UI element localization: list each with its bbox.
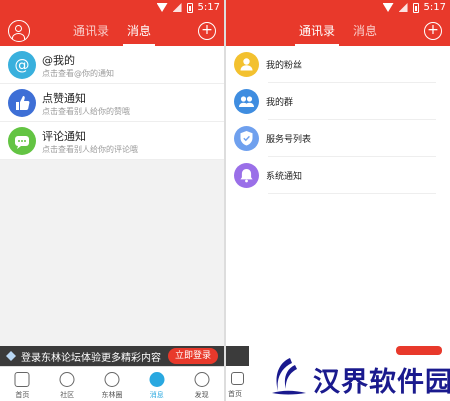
battery-icon	[186, 2, 193, 13]
shield-check-icon	[234, 126, 259, 151]
home-icon	[231, 372, 244, 385]
battery-icon	[412, 2, 419, 13]
nav-circle[interactable]: 东林圈	[90, 367, 135, 401]
message-subtitle: 点击查看别人给你的赞哦	[42, 107, 130, 116]
nav-discover[interactable]: 发现	[179, 367, 224, 401]
comment-icon	[8, 127, 36, 155]
nav-label: 东林圈	[101, 391, 123, 399]
message-subtitle: 点击查看别人给你的评论哦	[42, 145, 138, 154]
contact-item-services[interactable]: 服务号列表	[226, 120, 450, 157]
left-screen: 5:17 通讯录 消息 + @ @我的 点击查看@你的通知 点赞通知 点击查看别…	[0, 0, 224, 401]
avatar-icon[interactable]	[8, 20, 30, 42]
status-time: 5:17	[197, 2, 220, 13]
watermark-text: 汉界软件园	[313, 367, 450, 398]
header: 通讯录 消息 +	[226, 16, 450, 46]
contact-list: 我的粉丝 我的群 服务号列表 系统通知	[226, 46, 450, 194]
message-list: @ @我的 点击查看@你的通知 点赞通知 点击查看别人给你的赞哦 评论通知 点击…	[0, 46, 224, 160]
banner-text: 登录东林论坛体验更多精彩内容	[21, 353, 161, 364]
thumbs-up-icon	[8, 89, 36, 117]
message-item-at[interactable]: @ @我的 点击查看@你的通知	[0, 46, 224, 84]
signal-icon	[172, 3, 182, 12]
group-icon	[234, 89, 259, 114]
login-banner: 登录东林论坛体验更多精彩内容 立即登录	[0, 346, 224, 366]
contact-label: 系统通知	[266, 172, 303, 182]
status-bar: 5:17	[226, 0, 450, 16]
status-bar: 5:17	[0, 0, 224, 16]
status-icons: 5:17	[156, 2, 220, 13]
nav-home[interactable]: 首页	[0, 367, 45, 401]
message-title: 评论通知	[42, 130, 86, 143]
tab-contacts[interactable]: 通讯录	[294, 16, 340, 46]
wifi-icon	[156, 3, 168, 12]
circle-icon	[104, 372, 120, 387]
nav-community[interactable]: 社区	[45, 367, 90, 401]
bell-icon	[234, 163, 259, 188]
nav-label: 首页	[228, 390, 242, 398]
header-tabs: 通讯录 消息	[73, 16, 156, 46]
contact-label: 我的群	[266, 98, 294, 108]
login-button[interactable]: 立即登录	[168, 348, 218, 364]
home-icon	[14, 372, 30, 387]
forum-logo-icon	[6, 351, 16, 361]
nav-messages[interactable]: 消息	[134, 367, 179, 401]
wifi-icon	[382, 3, 394, 12]
partial-banner: 首页	[226, 346, 249, 401]
message-item-comments[interactable]: 评论通知 点击查看别人给你的评论哦	[0, 122, 224, 160]
signal-icon	[398, 3, 408, 12]
message-item-likes[interactable]: 点赞通知 点击查看别人给你的赞哦	[0, 84, 224, 122]
login-button-fragment	[396, 346, 442, 355]
message-title: @我的	[42, 54, 75, 67]
status-time: 5:17	[423, 2, 446, 13]
message-icon	[149, 372, 165, 387]
watermark: 汉界软件园	[249, 346, 450, 401]
add-icon[interactable]: +	[198, 22, 216, 40]
fans-icon	[234, 52, 259, 77]
contact-label: 服务号列表	[266, 135, 312, 145]
tab-contacts[interactable]: 通讯录	[73, 16, 109, 46]
right-screen: 5:17 通讯录 消息 + 我的粉丝 我的群 服务号列表 系统通知	[226, 0, 450, 401]
contact-item-system[interactable]: 系统通知	[226, 157, 450, 194]
header: 通讯录 消息 +	[0, 16, 224, 46]
banner-fragment	[226, 346, 249, 366]
nav-label: 社区	[60, 391, 75, 399]
watermark-logo-icon	[272, 358, 306, 395]
nav-label: 消息	[149, 391, 164, 399]
header-tabs: 通讯录 消息	[294, 16, 377, 46]
nav-label: 发现	[194, 391, 209, 399]
bottom-nav: 首页 社区 东林圈 消息 发现	[0, 366, 224, 401]
message-subtitle: 点击查看@你的通知	[42, 69, 114, 78]
nav-label: 首页	[15, 391, 30, 399]
contact-item-fans[interactable]: 我的粉丝	[226, 46, 450, 83]
tab-messages[interactable]: 消息	[353, 16, 377, 46]
tab-messages[interactable]: 消息	[122, 16, 156, 46]
add-icon[interactable]: +	[424, 22, 442, 40]
at-icon: @	[8, 51, 36, 79]
status-icons: 5:17	[382, 2, 446, 13]
contact-item-groups[interactable]: 我的群	[226, 83, 450, 120]
discover-icon	[194, 372, 210, 387]
message-title: 点赞通知	[42, 92, 86, 105]
contact-label: 我的粉丝	[266, 61, 303, 71]
community-icon	[59, 372, 75, 387]
